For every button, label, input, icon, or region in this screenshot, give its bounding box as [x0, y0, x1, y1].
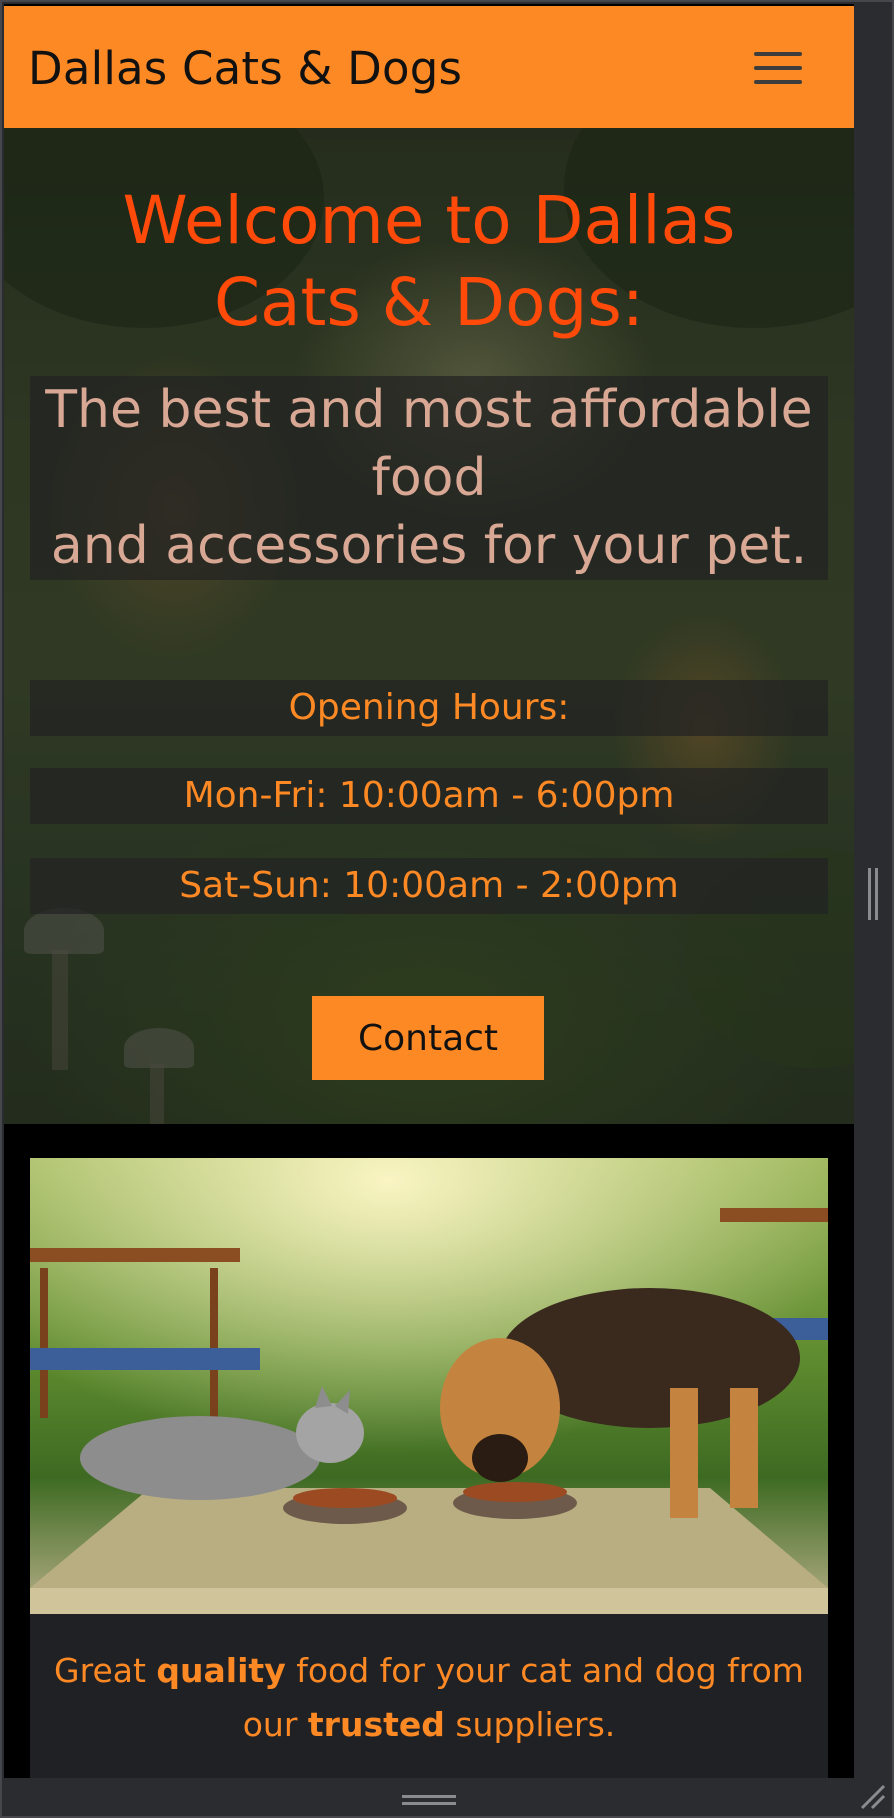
hours-weekday: Mon-Fri: 10:00am - 6:00pm — [30, 768, 828, 824]
hamburger-menu-icon[interactable] — [750, 46, 806, 90]
feature-section: Great quality food for your cat and dog … — [4, 1124, 854, 1778]
resize-corner-icon[interactable] — [858, 1782, 888, 1812]
hamburger-bar — [754, 52, 802, 56]
feature-caption: Great quality food for your cat and dog … — [50, 1644, 808, 1752]
grip-line — [402, 1795, 456, 1798]
contact-button[interactable]: Contact — [312, 996, 544, 1080]
navbar: Dallas Cats & Dogs — [4, 6, 854, 128]
grip-line — [875, 868, 878, 920]
cat-dog-eating-image — [30, 1158, 828, 1614]
feature-card: Great quality food for your cat and dog … — [30, 1158, 828, 1778]
hero-title: Welcome to Dallas Cats & Dogs: — [122, 182, 736, 341]
device-frame: Dallas Cats & Dogs Welcome to Dallas Cat… — [0, 0, 894, 1818]
hero-section: Welcome to Dallas Cats & Dogs: The best … — [4, 128, 854, 1124]
caption-text: suppliers. — [444, 1705, 616, 1744]
grip-line — [868, 868, 871, 920]
hamburger-bar — [754, 80, 802, 84]
bottom-resize-handle[interactable] — [402, 1795, 456, 1809]
caption-text: Great — [54, 1651, 157, 1690]
caption-bold: trusted — [307, 1705, 445, 1744]
side-resize-handle[interactable] — [868, 868, 880, 920]
opening-hours-heading: Opening Hours: — [30, 680, 828, 736]
tagline-line: The best and most affordable food — [45, 380, 813, 508]
hero-tagline: The best and most affordable food and ac… — [30, 376, 828, 580]
hours-weekend: Sat-Sun: 10:00am - 2:00pm — [30, 858, 828, 914]
hamburger-bar — [754, 66, 802, 70]
caption-bold: quality — [156, 1651, 286, 1690]
page-viewport[interactable]: Dallas Cats & Dogs Welcome to Dallas Cat… — [4, 4, 854, 1778]
tagline-line: and accessories for your pet. — [50, 516, 808, 576]
grip-line — [402, 1802, 456, 1805]
site-brand[interactable]: Dallas Cats & Dogs — [28, 42, 462, 95]
